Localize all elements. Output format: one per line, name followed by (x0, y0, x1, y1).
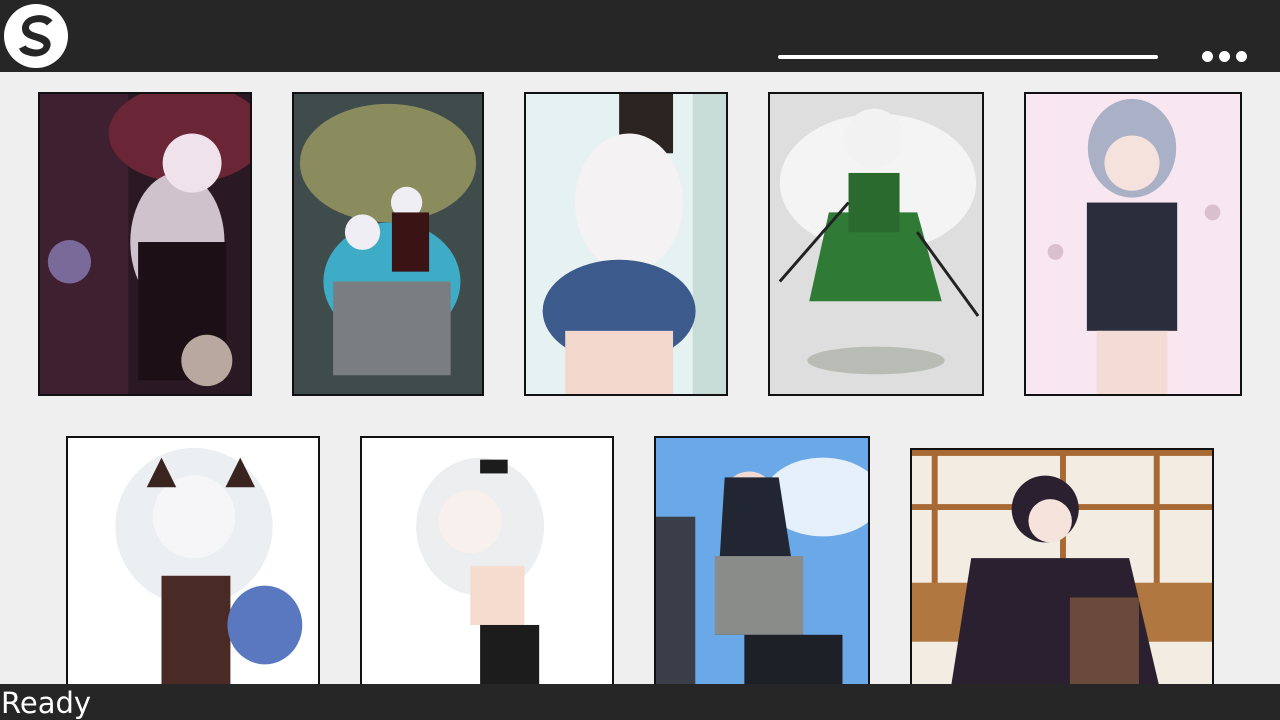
thumbnail-art (294, 94, 482, 394)
search-underline[interactable] (778, 55, 1158, 59)
thumbnail-art (68, 438, 318, 684)
status-text: Ready (1, 686, 92, 720)
thumbnail-art (362, 438, 612, 684)
image-thumbnail[interactable] (910, 448, 1214, 686)
image-thumbnail[interactable] (360, 436, 614, 686)
status-bar: Ready (0, 684, 1280, 720)
image-thumbnail[interactable] (1024, 92, 1242, 396)
thumbnail-art (912, 450, 1212, 684)
thumbnail-art (770, 94, 982, 394)
image-thumbnail[interactable] (654, 436, 870, 686)
top-bar (0, 0, 1280, 72)
image-thumbnail[interactable] (38, 92, 252, 396)
thumbnail-art (656, 438, 868, 684)
thumbnail-art (40, 94, 250, 394)
image-thumbnail[interactable] (768, 92, 984, 396)
logo-s-icon (19, 15, 53, 57)
thumbnail-art (526, 94, 726, 394)
thumbnail-art (1026, 94, 1240, 394)
image-thumbnail[interactable] (524, 92, 728, 396)
image-thumbnail[interactable] (292, 92, 484, 396)
more-dots-icon[interactable] (1196, 44, 1252, 68)
image-thumbnail[interactable] (66, 436, 320, 686)
app-logo[interactable] (4, 4, 68, 68)
